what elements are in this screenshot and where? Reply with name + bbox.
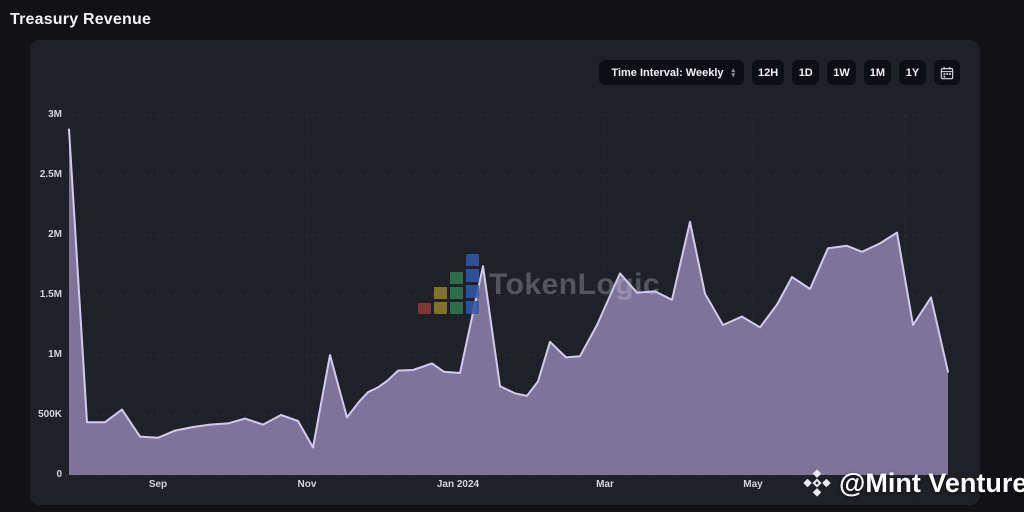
interval-1w-button[interactable]: 1W [827,60,856,85]
y-axis-tick-label: 1M [48,349,62,360]
mint-ventures-watermark-text: @Mint Ventures [839,467,1024,498]
interval-1d-button[interactable]: 1D [792,60,820,85]
interval-12h-button[interactable]: 12H [752,60,785,85]
x-axis-tick-label: Sep [148,479,168,490]
x-axis-tick-label: Jan 2024 [436,479,480,490]
time-interval-select[interactable]: Time Interval: Weekly ▴ ▾ [599,60,745,85]
chevron-updown-icon: ▴ ▾ [731,66,736,79]
y-axis-tick-label: 2.5M [39,169,62,180]
y-axis-tick-label: 500K [38,409,62,420]
y-axis-tick-label: 0 [56,469,62,480]
x-axis-tick-label: May [743,479,763,490]
interval-1y-button[interactable]: 1Y [899,60,926,85]
y-axis-tick-label: 1.5M [39,289,62,300]
y-axis-tick-label: 2M [48,229,62,240]
x-axis-tick-label: Mar [596,479,614,490]
x-axis-tick-label: Nov [297,479,317,490]
y-axis-tick-label: 3M [48,109,62,120]
binance-diamond-icon [801,467,833,499]
interval-1m-button[interactable]: 1M [863,60,891,85]
calendar-button[interactable] [934,60,960,85]
mint-ventures-watermark: @Mint Ventures [801,467,1024,499]
time-interval-label: Time Interval: Weekly [611,66,724,79]
toolbar: Time Interval: Weekly ▴ ▾ 12H 1D 1W 1M 1Y [599,60,960,85]
calendar-icon [940,66,954,80]
